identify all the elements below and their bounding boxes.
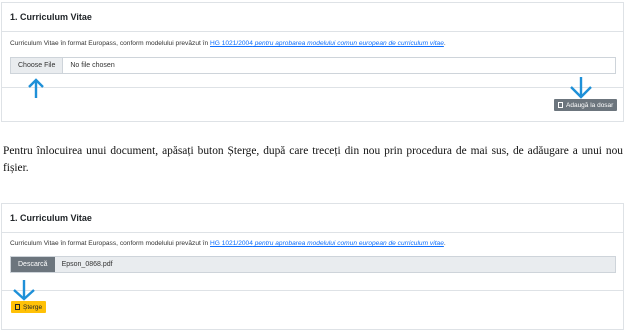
- card-title: 1. Curriculum Vitae: [2, 204, 623, 233]
- link-title: pentru aprobarea modelului comun europea…: [252, 240, 444, 247]
- link-code: HG 1021/2004: [209, 240, 253, 247]
- link-title: pentru aprobarea modelului comun europea…: [252, 40, 444, 47]
- card-description: Curriculum Vitae în format Europass, con…: [10, 240, 446, 247]
- delete-button-label: Șterge: [23, 303, 43, 311]
- add-button-label: Adaugă la dosar: [566, 101, 614, 109]
- document-icon: [15, 304, 20, 310]
- card-title: 1. Curriculum Vitae: [2, 3, 623, 32]
- hg-link[interactable]: HG 1021/2004 pentru aprobarea modelului …: [210, 40, 444, 47]
- arrow-down-icon: [570, 77, 592, 99]
- file-status: No file chosen: [70, 62, 115, 69]
- card-divider: [2, 290, 623, 291]
- choose-file-button[interactable]: Choose File: [11, 58, 64, 73]
- hg-link[interactable]: HG 1021/2004 pentru aprobarea modelului …: [210, 240, 444, 247]
- link-code: HG 1021/2004: [209, 40, 253, 47]
- document-icon: [558, 102, 563, 108]
- card-divider: [2, 87, 623, 88]
- description-suffix: .: [443, 240, 446, 247]
- description-text: Curriculum Vitae în format Europass, con…: [10, 240, 210, 247]
- cv-upload-card: 1. Curriculum Vitae Curriculum Vitae în …: [1, 2, 624, 122]
- file-name: Epson_0868.pdf: [61, 261, 113, 268]
- file-input[interactable]: Choose File No file chosen: [10, 57, 616, 74]
- delete-button[interactable]: Șterge: [11, 301, 47, 313]
- card-description: Curriculum Vitae în format Europass, con…: [10, 40, 446, 47]
- uploaded-file-row: Descarcă Epson_0868.pdf: [10, 256, 616, 273]
- arrow-up-icon: [28, 78, 44, 98]
- description-suffix: .: [443, 40, 446, 47]
- download-button[interactable]: Descarcă: [11, 257, 55, 272]
- description-text: Curriculum Vitae în format Europass, con…: [10, 40, 210, 47]
- cv-uploaded-card: 1. Curriculum Vitae Curriculum Vitae în …: [1, 203, 624, 330]
- instruction-paragraph: Pentru înlocuirea unui document, apăsați…: [3, 145, 623, 174]
- add-to-folder-button[interactable]: Adaugă la dosar: [554, 99, 618, 111]
- arrow-down-icon: [13, 280, 35, 301]
